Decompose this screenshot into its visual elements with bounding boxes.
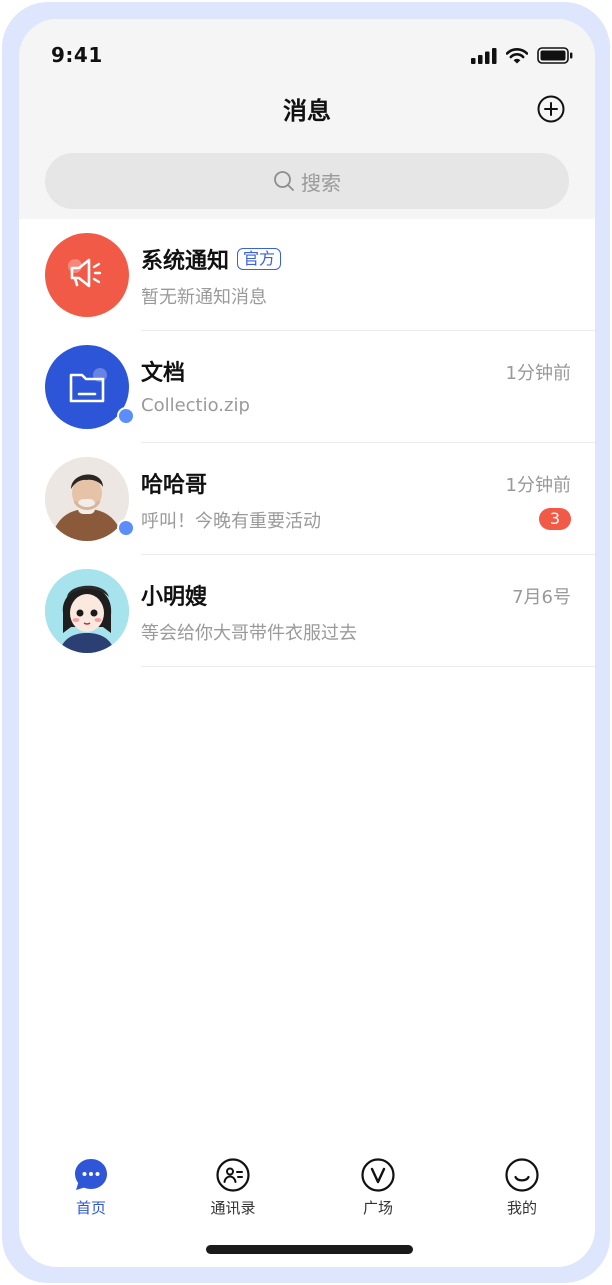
- signal-icon: [471, 47, 497, 64]
- conversation-row-documents[interactable]: 文档 1分钟前 Collectio.zip: [19, 331, 595, 443]
- chat-bubble-icon: [75, 1159, 107, 1190]
- tab-home[interactable]: 首页: [41, 1157, 141, 1218]
- contact-name: 小明嫂: [141, 579, 207, 611]
- contact-name: 文档: [141, 355, 185, 387]
- online-status-dot: [117, 519, 135, 537]
- row-divider: [141, 666, 595, 667]
- wifi-icon: [506, 47, 528, 63]
- message-preview: 等会给你大哥带件衣服过去: [141, 623, 357, 644]
- conversation-row-system-notice[interactable]: 系统通知 官方 暂无新通知消息: [19, 219, 595, 331]
- message-preview: Collectio.zip: [141, 395, 250, 416]
- tab-plaza[interactable]: 广场: [328, 1157, 428, 1218]
- home-indicator: [206, 1245, 413, 1254]
- battery-icon: [537, 47, 573, 64]
- contact-name-text: 系统通知: [141, 249, 230, 274]
- online-status-dot: [117, 407, 135, 425]
- tab-label: 通讯录: [210, 1199, 256, 1217]
- search-icon: [274, 171, 294, 191]
- search-placeholder: 搜索: [301, 170, 341, 195]
- status-icons: [471, 47, 573, 64]
- contacts-icon: [216, 1158, 250, 1192]
- contact-name-text: 文档: [141, 361, 186, 386]
- conversation-row-xiaomingsao[interactable]: 小明嫂 7月6号 等会给你大哥带件衣服过去: [19, 555, 595, 667]
- cartoon-girl-icon: [45, 569, 129, 653]
- message-preview: 暂无新通知消息: [141, 287, 267, 308]
- tab-contacts[interactable]: 通讯录: [183, 1157, 283, 1218]
- unread-count-badge: 3: [539, 508, 571, 530]
- plus-circle-icon: [537, 95, 565, 123]
- status-time: 9:41: [51, 43, 103, 67]
- user-avatar: [45, 569, 129, 653]
- contact-name: 系统通知 官方: [141, 243, 282, 275]
- contact-name-text: 哈哈哥: [141, 473, 208, 498]
- phone-screen: 9:41 消息 搜索 系统通知 官方 暂无新通知消息 文档 1分钟前 Colle…: [19, 19, 595, 1267]
- tab-label: 首页: [75, 1199, 106, 1217]
- message-preview: 呼叫！今晚有重要活动: [141, 511, 321, 532]
- tab-label: 广场: [362, 1199, 393, 1217]
- tab-profile[interactable]: 我的: [472, 1157, 572, 1218]
- add-button[interactable]: [537, 95, 565, 123]
- contact-name-text: 小明嫂: [141, 585, 208, 610]
- smile-icon: [505, 1158, 539, 1192]
- conversation-row-hahage[interactable]: 哈哈哥 1分钟前 呼叫！今晚有重要活动 3: [19, 443, 595, 555]
- message-time: 1分钟前: [505, 475, 571, 496]
- message-time: 1分钟前: [505, 363, 571, 384]
- plaza-v-icon: [361, 1158, 395, 1192]
- message-time: 7月6号: [512, 587, 571, 608]
- megaphone-icon: [68, 258, 102, 288]
- contact-name: 哈哈哥: [141, 467, 207, 499]
- bottom-tab-bar: 首页 通讯录 广场 我的: [19, 1157, 595, 1227]
- search-bar[interactable]: 搜索: [45, 153, 569, 209]
- system-notice-avatar: [45, 233, 129, 317]
- page-title: 消息: [283, 97, 331, 125]
- official-badge: 官方: [237, 248, 282, 270]
- tab-label: 我的: [506, 1199, 537, 1217]
